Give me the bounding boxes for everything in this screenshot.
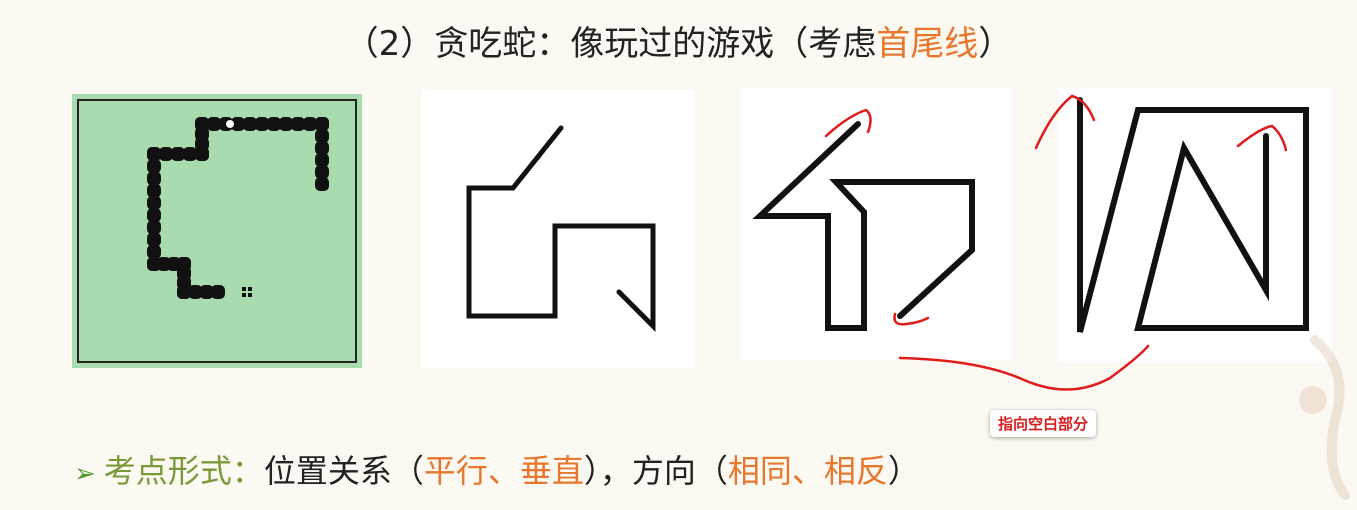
annotation-callout: 指向空白部分: [990, 410, 1097, 437]
annotation-hook-bottom: [893, 312, 930, 326]
annotation-arrow-top: [824, 108, 872, 138]
red-annotations: [824, 94, 1288, 391]
bullet-text-3: ）: [887, 452, 920, 490]
bullet-label: 考点形式：: [103, 452, 264, 490]
bullet-highlight-1: 平行、垂直: [423, 452, 584, 490]
bullet-text-2: ），方向（: [583, 452, 728, 490]
annotation-arrow-left: [1034, 94, 1096, 150]
key-point-line: ➢ 考点形式：位置关系（平行、垂直），方向（相同、相反）: [74, 446, 920, 492]
bullet-arrow-icon: ➢: [74, 459, 96, 489]
annotation-connector-curve: [898, 344, 1150, 391]
background-decoration: [1299, 335, 1350, 500]
bullet-text-1: 位置关系（: [263, 452, 424, 490]
bullet-highlight-2: 相同、相反: [727, 452, 888, 490]
annotation-arrow-right: [1236, 124, 1288, 152]
